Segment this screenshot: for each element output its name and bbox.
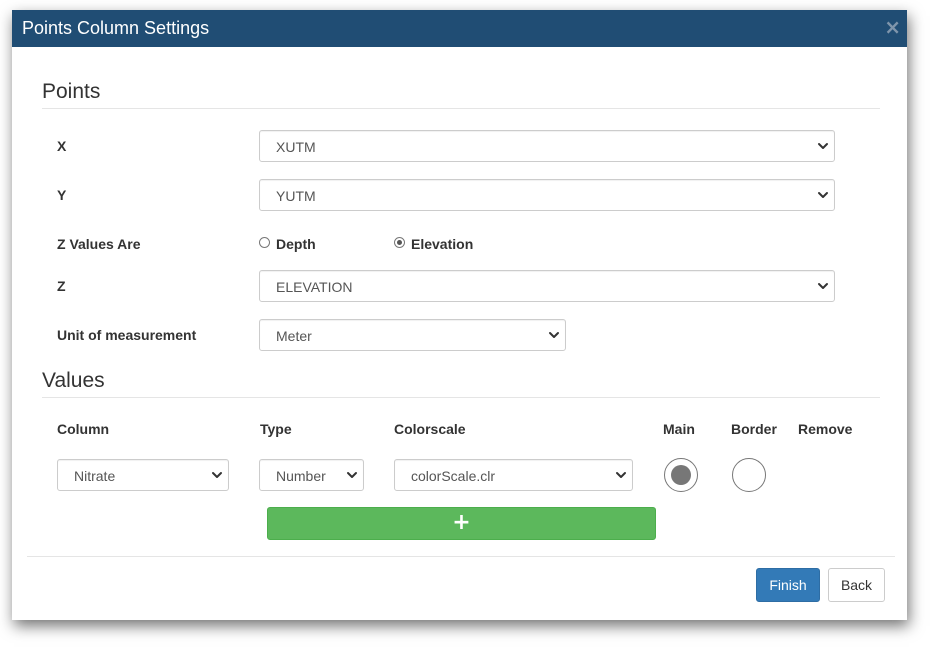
column-header-type: Type	[260, 421, 292, 437]
value-column-select-value: Nitrate	[74, 468, 116, 484]
dialog-titlebar: Points Column Settings ×	[12, 10, 907, 47]
z-values-are-label: Z Values Are	[57, 236, 141, 252]
points-column-settings-dialog: Points Column Settings × Points X XUTM Y…	[12, 10, 907, 620]
unit-select[interactable]: Meter	[259, 319, 566, 351]
column-header-border: Border	[731, 421, 777, 437]
points-section-divider	[42, 108, 880, 109]
value-column-select[interactable]: Nitrate	[57, 459, 229, 491]
value-colorscale-select[interactable]: colorScale.clr	[394, 459, 633, 491]
finish-button[interactable]: Finish	[756, 568, 820, 602]
radio-elevation-label: Elevation	[411, 236, 474, 252]
points-section-title: Points	[42, 80, 101, 103]
back-button[interactable]: Back	[828, 568, 885, 602]
add-value-button[interactable]: +	[267, 507, 656, 540]
y-label: Y	[57, 187, 67, 203]
footer-divider	[27, 556, 895, 557]
chevron-down-icon	[616, 472, 626, 478]
column-header-column: Column	[57, 421, 110, 437]
z-label: Z	[57, 278, 66, 294]
unit-label: Unit of measurement	[57, 327, 197, 343]
chevron-down-icon	[818, 192, 828, 198]
chevron-down-icon	[818, 283, 828, 289]
unit-select-value: Meter	[276, 328, 312, 344]
x-select[interactable]: XUTM	[259, 130, 835, 162]
radio-depth-label: Depth	[276, 236, 316, 252]
column-header-main: Main	[663, 421, 695, 437]
x-select-value: XUTM	[276, 139, 316, 155]
radio-depth[interactable]	[259, 237, 270, 248]
close-icon[interactable]: ×	[884, 16, 901, 38]
x-label: X	[57, 138, 67, 154]
border-toggle-button[interactable]	[732, 458, 766, 492]
values-section-divider	[42, 397, 880, 398]
value-colorscale-select-value: colorScale.clr	[411, 468, 496, 484]
chevron-down-icon	[347, 472, 357, 478]
value-type-select-value: Number	[276, 468, 326, 484]
plus-icon: +	[452, 510, 471, 535]
chevron-down-icon	[818, 143, 828, 149]
y-select-value: YUTM	[276, 188, 316, 204]
chevron-down-icon	[549, 332, 559, 338]
z-select-value: ELEVATION	[276, 279, 353, 295]
main-selected-indicator	[671, 465, 691, 485]
value-type-select[interactable]: Number	[259, 459, 364, 491]
column-header-remove: Remove	[798, 421, 853, 437]
column-header-colorscale: Colorscale	[394, 421, 466, 437]
chevron-down-icon	[212, 472, 222, 478]
radio-elevation[interactable]	[394, 237, 405, 248]
y-select[interactable]: YUTM	[259, 179, 835, 211]
z-select[interactable]: ELEVATION	[259, 270, 835, 302]
values-section-title: Values	[42, 369, 105, 392]
main-toggle-button[interactable]	[664, 458, 698, 492]
dialog-title: Points Column Settings	[22, 18, 210, 38]
